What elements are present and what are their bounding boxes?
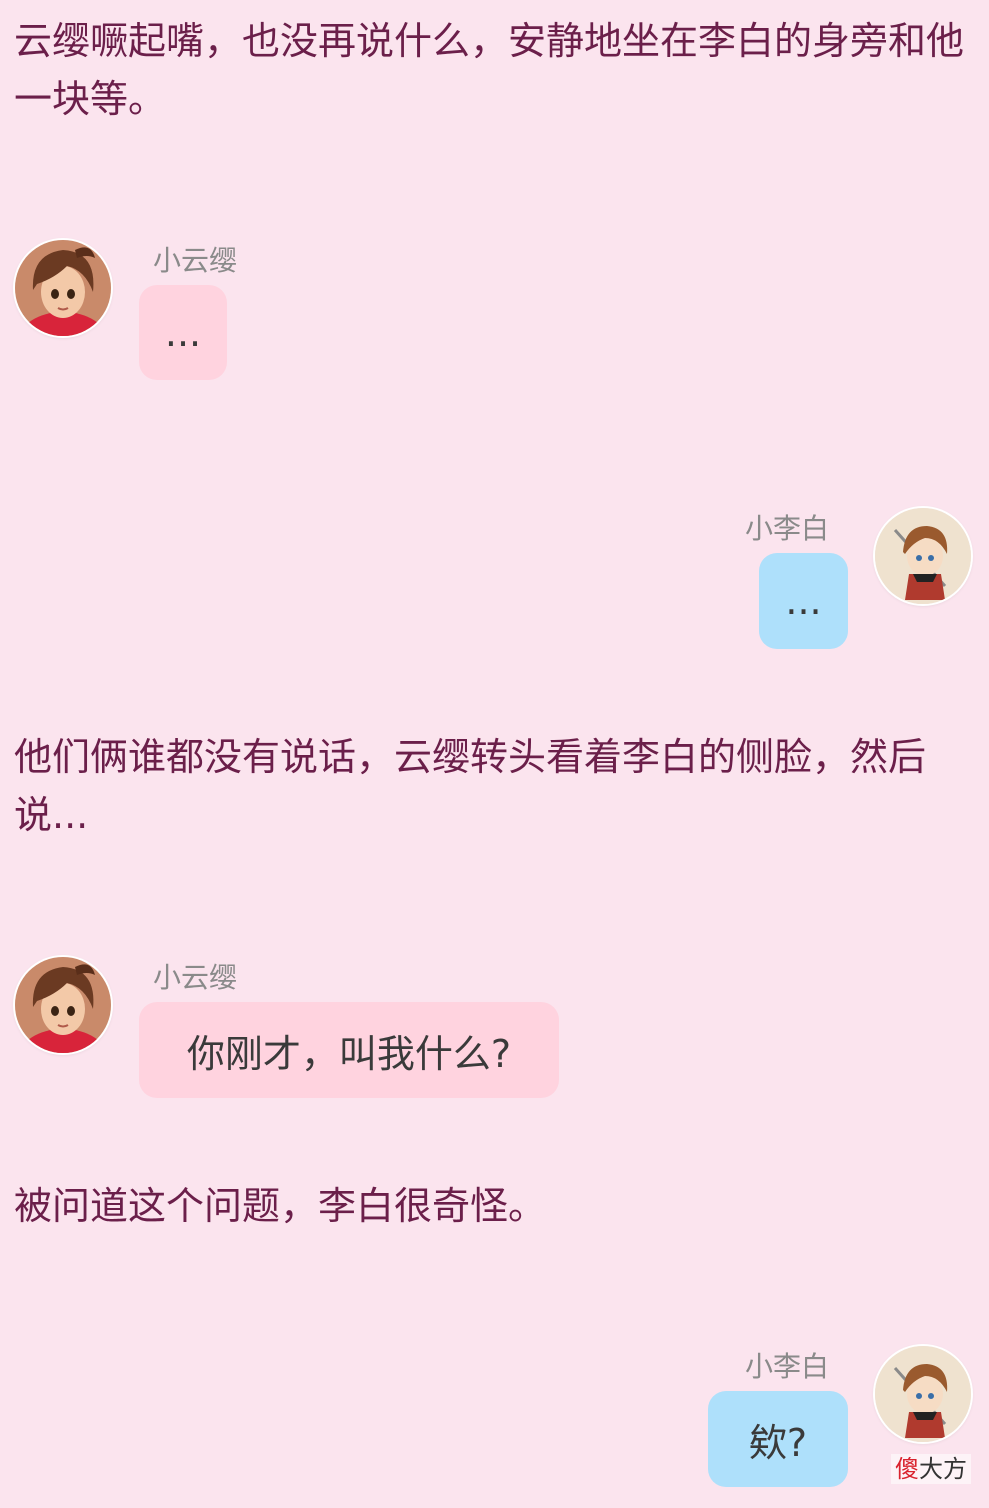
speaker-name: 小云缨 — [153, 244, 238, 277]
speaker-name: 小李白 — [745, 1350, 830, 1383]
narration-paragraph: 被问道这个问题，李白很奇怪。 — [14, 1184, 547, 1228]
yunying-avatar-icon[interactable] — [15, 957, 111, 1053]
speaker-name: 小云缨 — [153, 961, 238, 994]
message-bubble[interactable]: 你刚才，叫我什么? — [139, 1002, 559, 1098]
libai-avatar-icon[interactable] — [875, 1346, 971, 1442]
narration-paragraph: 云缨噘起嘴，也没再说什么，安静地坐在李白的身旁和他一块等。 — [14, 19, 965, 121]
watermark-rest: 大方 — [919, 1455, 967, 1483]
watermark: 傻大方 — [891, 1454, 971, 1484]
libai-avatar-icon[interactable] — [875, 508, 971, 604]
watermark-first-char: 傻 — [895, 1455, 919, 1483]
speaker-name: 小李白 — [745, 512, 830, 545]
yunying-avatar-icon[interactable] — [15, 240, 111, 336]
message-bubble[interactable]: ... — [139, 285, 227, 380]
narration-paragraph: 他们俩谁都没有说话，云缨转头看着李白的侧脸，然后说... — [14, 735, 927, 837]
message-bubble[interactable]: 欸? — [708, 1391, 848, 1487]
message-bubble[interactable]: ... — [759, 553, 848, 649]
